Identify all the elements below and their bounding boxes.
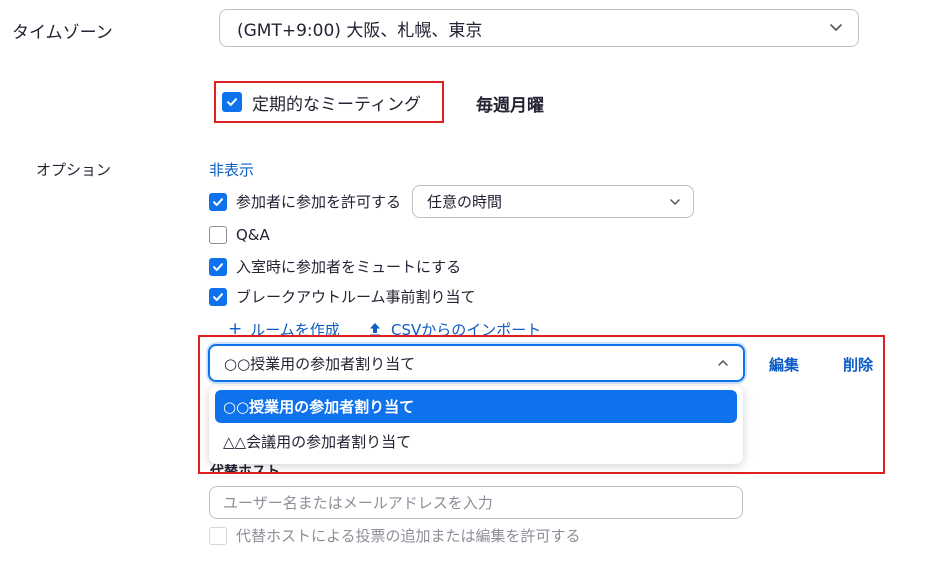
chevron-down-icon <box>670 199 680 205</box>
checkmark-icon <box>213 292 223 301</box>
option-allow-join[interactable]: 参加者に参加を許可する <box>209 191 401 212</box>
allow-join-checkbox[interactable] <box>209 192 227 211</box>
option-alt-host-poll[interactable]: 代替ホストによる投票の追加または編集を許可する <box>209 525 581 546</box>
assignment-select[interactable]: ○○授業用の参加者割り当て <box>208 344 745 382</box>
alt-host-poll-checkbox[interactable] <box>209 526 227 545</box>
option-mute-on-entry[interactable]: 入室時に参加者をミュートにする <box>209 256 461 277</box>
options-label: オプション <box>36 161 112 179</box>
checkmark-icon <box>227 98 237 106</box>
edit-assignment-link[interactable]: 編集 <box>769 354 799 375</box>
qa-label: Q&A <box>236 226 270 244</box>
timezone-label: タイムゾーン <box>12 23 113 43</box>
option-qa[interactable]: Q&A <box>209 226 270 244</box>
breakout-preassign-checkbox[interactable] <box>209 287 227 306</box>
option-breakout-preassign[interactable]: ブレークアウトルーム事前割り当て <box>209 286 476 307</box>
mute-on-entry-checkbox[interactable] <box>209 257 227 276</box>
checkmark-icon <box>213 197 223 206</box>
recurrence-summary: 毎週月曜 <box>476 96 544 116</box>
chevron-down-icon <box>830 24 842 31</box>
dropdown-option[interactable]: △△会議用の参加者割り当て <box>215 425 737 458</box>
chevron-up-icon <box>718 360 728 366</box>
delete-assignment-link[interactable]: 削除 <box>843 354 873 375</box>
meeting-settings-page: タイムゾーン (GMT+9:00) 大阪、札幌、東京 定期的なミーティング 毎週… <box>0 0 938 563</box>
recurring-meeting-checkbox[interactable] <box>222 92 242 112</box>
recurring-meeting-label: 定期的なミーティング <box>252 94 421 115</box>
alternative-host-input[interactable] <box>209 486 743 519</box>
checkmark-icon <box>213 262 223 271</box>
hide-options-link[interactable]: 非表示 <box>209 159 254 180</box>
assignment-dropdown-menu: ○○授業用の参加者割り当て △△会議用の参加者割り当て <box>209 386 743 464</box>
timezone-value: (GMT+9:00) 大阪、札幌、東京 <box>237 20 483 41</box>
dropdown-option-selected[interactable]: ○○授業用の参加者割り当て <box>215 390 737 423</box>
allow-join-label: 参加者に参加を許可する <box>236 193 402 211</box>
alt-host-poll-label: 代替ホストによる投票の追加または編集を許可する <box>236 527 581 545</box>
qa-checkbox[interactable] <box>209 226 227 244</box>
assignment-selected-value: ○○授業用の参加者割り当て <box>224 354 416 373</box>
timezone-select[interactable]: (GMT+9:00) 大阪、札幌、東京 <box>219 9 859 47</box>
join-time-select[interactable]: 任意の時間 <box>412 185 694 218</box>
breakout-preassign-label: ブレークアウトルーム事前割り当て <box>236 288 476 306</box>
mute-on-entry-label: 入室時に参加者をミュートにする <box>236 258 462 276</box>
recurring-meeting-highlight: 定期的なミーティング <box>214 81 444 123</box>
join-time-value: 任意の時間 <box>427 193 503 211</box>
